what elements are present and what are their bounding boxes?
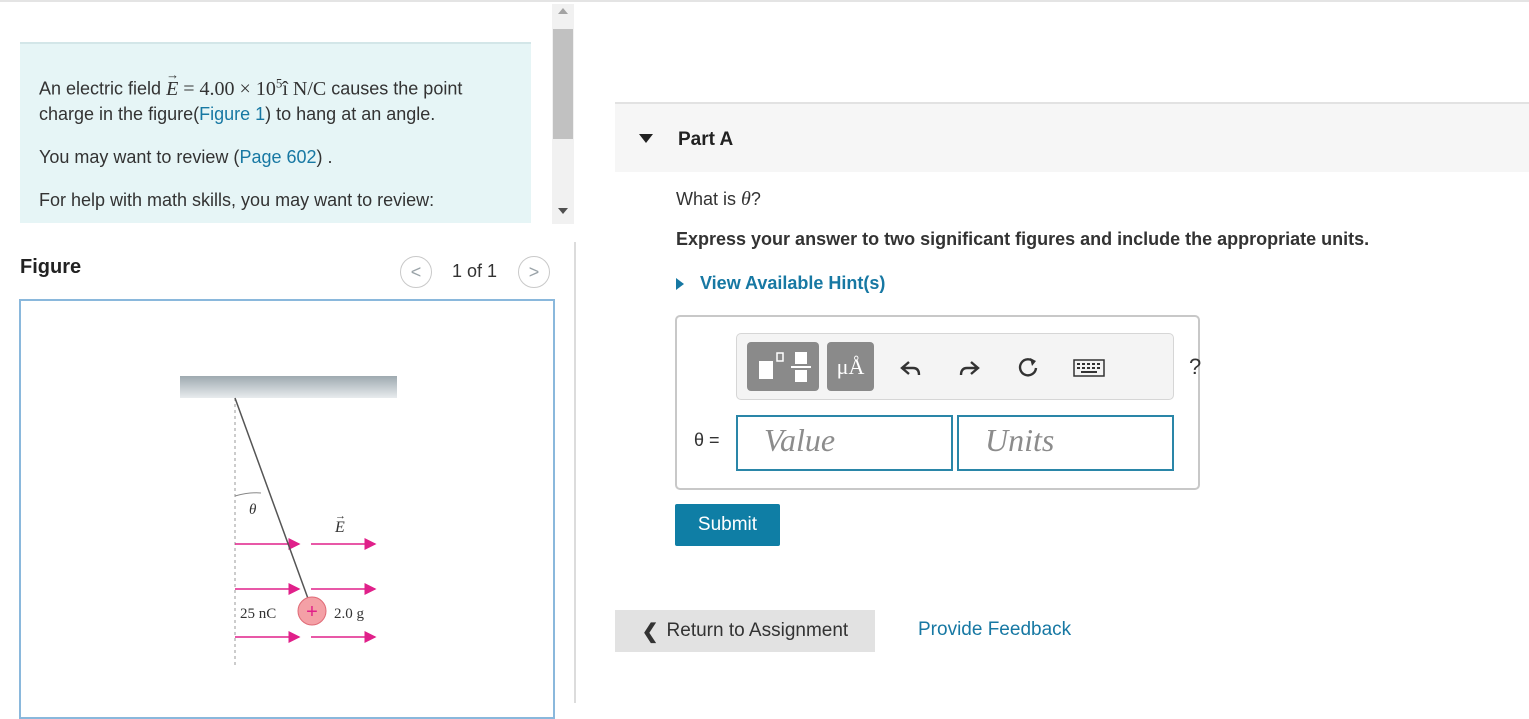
units-input[interactable]: Units	[957, 415, 1174, 471]
question-text: What is θ?	[676, 188, 761, 210]
collapse-caret-icon[interactable]	[639, 134, 653, 143]
figure-next-button[interactable]: >	[518, 256, 550, 288]
panel-divider	[574, 242, 576, 703]
answer-box: μÅ ? θ = Value Units	[675, 315, 1201, 490]
templates-button[interactable]	[747, 342, 819, 391]
math-help-text: For help with math skills, you may want …	[39, 189, 435, 210]
scroll-thumb[interactable]	[553, 29, 573, 139]
submit-button[interactable]: Submit	[675, 504, 780, 546]
charge-label: 25 nC	[240, 606, 276, 622]
page-link[interactable]: Page 602	[239, 147, 316, 167]
figure-panel: + θ E → 25 nC 2.0 g	[19, 299, 555, 719]
problem-statement: An electric field E = 4.00 × 105î N/C ca…	[20, 42, 531, 223]
scroll-down-arrow-icon[interactable]	[558, 208, 568, 214]
expand-caret-icon	[676, 277, 684, 290]
reset-icon[interactable]	[1010, 350, 1046, 386]
math-toolbar: μÅ ?	[736, 333, 1201, 400]
problem-scrollbar[interactable]	[552, 4, 574, 224]
problem-text: An electric field E = 4.00 × 105î N/C ca…	[39, 62, 511, 127]
undo-icon[interactable]	[893, 350, 929, 386]
value-input[interactable]: Value	[736, 415, 953, 471]
answer-instruction: Express your answer to two significant f…	[676, 229, 1370, 249]
angle-arc	[234, 492, 262, 497]
figure-link[interactable]: Figure 1	[199, 104, 265, 124]
figure-label: Figure	[20, 256, 82, 278]
help-button[interactable]: ?	[1189, 354, 1201, 380]
top-border	[0, 0, 1529, 2]
provide-feedback-link[interactable]: Provide Feedback	[918, 619, 1071, 641]
figure-pager: 1 of 1	[452, 261, 498, 281]
pendulum-diagram: + θ E → 25 nC 2.0 g	[180, 376, 397, 666]
mass-label: 2.0 g	[334, 606, 365, 622]
scroll-up-arrow-icon[interactable]	[558, 8, 568, 14]
string	[234, 397, 311, 605]
theta-label: θ	[249, 502, 257, 518]
view-hints-link[interactable]: View Available Hint(s)	[676, 273, 885, 294]
hints-label: View Available Hint(s)	[700, 273, 886, 293]
charge-sign: +	[306, 601, 318, 623]
units-button[interactable]: μÅ	[827, 342, 874, 391]
templates-icon	[759, 351, 811, 382]
redo-icon[interactable]	[951, 350, 987, 386]
keyboard-icon[interactable]	[1067, 350, 1111, 386]
chevron-left-icon: ❮	[641, 620, 659, 643]
part-title: Part A	[678, 129, 734, 150]
figure-prev-button[interactable]: <	[400, 256, 432, 288]
field-expression: E = 4.00 × 105î N/C	[166, 62, 326, 100]
return-to-assignment-button[interactable]: ❮ Return to Assignment	[615, 610, 875, 652]
part-a-header[interactable]: Part A	[615, 102, 1529, 172]
review-text: You may want to review (Page 602) .	[39, 146, 333, 167]
answer-variable-label: θ =	[694, 430, 720, 450]
ceiling	[180, 376, 397, 398]
field-label-arrow: →	[335, 510, 346, 522]
